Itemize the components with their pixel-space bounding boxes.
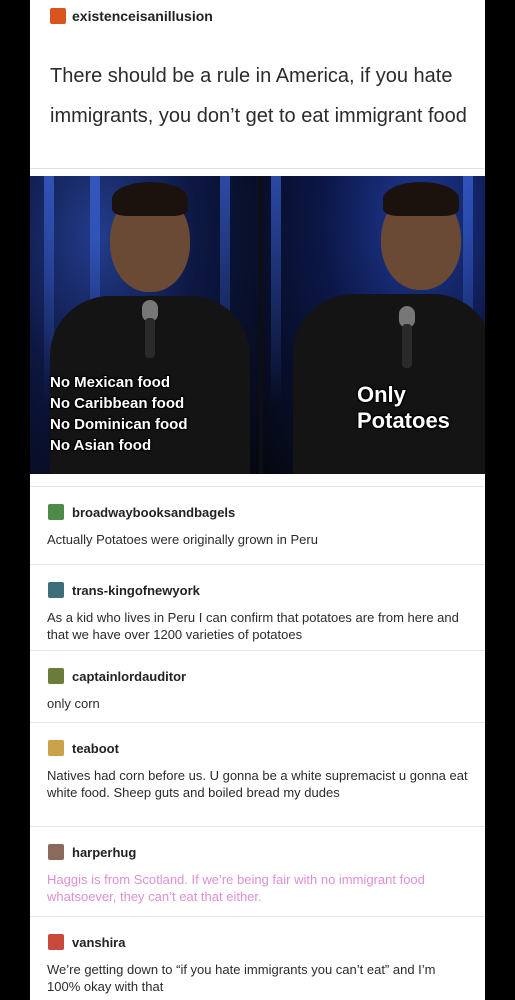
divider	[30, 168, 485, 169]
op-post-text: There should be a rule in America, if yo…	[50, 65, 467, 127]
user-avatar[interactable]	[48, 740, 64, 756]
meme-image: No Mexican food No Caribbean food No Dom…	[30, 176, 485, 474]
reblog-header: vanshira	[48, 933, 125, 951]
meme-panel-right: Only Potatoes	[263, 176, 485, 474]
reblog-header: harperhug	[48, 843, 136, 861]
stage-light	[271, 176, 281, 406]
meme-caption-left: No Mexican food No Caribbean food No Dom…	[50, 372, 188, 456]
reblog-header: teaboot	[48, 739, 119, 757]
reblog-header: trans-kingofnewyork	[48, 581, 200, 599]
user-avatar[interactable]	[48, 934, 64, 950]
reblog-text: Haggis is from Scotland. If we’re being …	[47, 872, 425, 904]
user-avatar[interactable]	[48, 668, 64, 684]
meme-caption-right: Only Potatoes	[357, 382, 481, 434]
meme-panel-left: No Mexican food No Caribbean food No Dom…	[30, 176, 259, 474]
microphone-handle	[145, 318, 155, 358]
caption-line: Only	[357, 382, 406, 407]
reblog-text: only corn	[47, 696, 100, 711]
reblog-text: We’re getting down to “if you hate immig…	[47, 962, 436, 994]
reblog-username[interactable]: teaboot	[72, 741, 119, 756]
reblog-username[interactable]: harperhug	[72, 845, 136, 860]
op-username[interactable]: existenceisanillusion	[72, 8, 213, 24]
caption-line: No Caribbean food	[50, 395, 185, 412]
tumblr-post-card: existenceisanillusion There should be a …	[30, 0, 485, 1000]
caption-line: No Asian food	[50, 437, 152, 454]
reblog-entry: teaboot Natives had corn before us. U go…	[30, 722, 485, 827]
reblog-entry: trans-kingofnewyork As a kid who lives i…	[30, 564, 485, 651]
reblog-text: Natives had corn before us. U gonna be a…	[47, 768, 468, 800]
reblog-entry: harperhug Haggis is from Scotland. If we…	[30, 826, 485, 917]
reblog-text: Actually Potatoes were originally grown …	[47, 532, 318, 547]
reblog-username[interactable]: vanshira	[72, 935, 125, 950]
reblog-username[interactable]: captainlordauditor	[72, 669, 186, 684]
reblog-entry: vanshira We’re getting down to “if you h…	[30, 916, 485, 1000]
reblog-entry: broadwaybooksandbagels Actually Potatoes…	[30, 486, 485, 565]
user-avatar[interactable]	[48, 582, 64, 598]
reblog-header: broadwaybooksandbagels	[48, 503, 235, 521]
reblog-text: As a kid who lives in Peru I can confirm…	[47, 610, 459, 642]
user-avatar[interactable]	[48, 844, 64, 860]
reblog-header: captainlordauditor	[48, 667, 186, 685]
reblog-username[interactable]: trans-kingofnewyork	[72, 583, 200, 598]
reblog-username[interactable]: broadwaybooksandbagels	[72, 505, 235, 520]
reblog-entry: captainlordauditor only corn	[30, 650, 485, 723]
microphone-handle	[402, 324, 412, 368]
user-avatar[interactable]	[48, 504, 64, 520]
caption-line: Potatoes	[357, 408, 450, 433]
caption-line: No Mexican food	[50, 374, 171, 391]
comedian-hair	[112, 182, 188, 216]
comedian-hair	[383, 182, 459, 216]
caption-line: No Dominican food	[50, 416, 188, 433]
op-avatar[interactable]	[50, 8, 66, 24]
op-header: existenceisanillusion	[50, 6, 213, 26]
